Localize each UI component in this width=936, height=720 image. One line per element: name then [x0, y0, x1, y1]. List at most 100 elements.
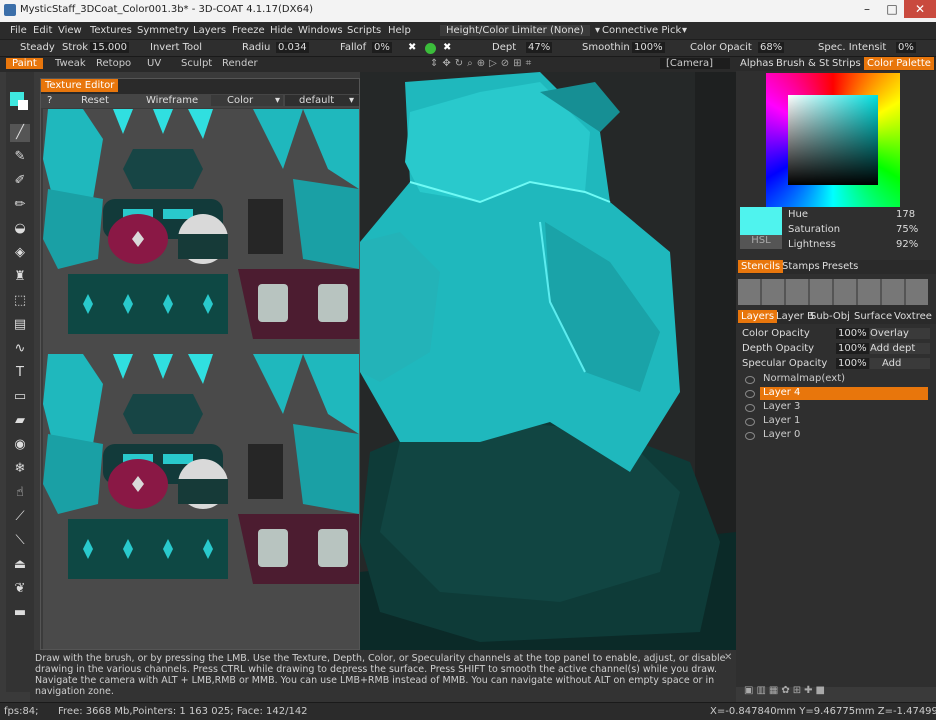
color-opacity-value[interactable]: 100% [836, 328, 869, 339]
tab-strips[interactable]: Strips [832, 58, 861, 69]
reset-button[interactable]: Reset [81, 95, 109, 106]
tab-layers[interactable]: Layers [738, 310, 778, 323]
iron-icon[interactable]: ⏏ [10, 556, 30, 574]
saturation-value-square[interactable] [788, 95, 878, 185]
layer-item-selected[interactable]: Layer 4 [760, 387, 928, 400]
3d-viewport[interactable] [360, 72, 736, 650]
menu-help[interactable]: Help [388, 25, 411, 36]
sphere-icon[interactable] [425, 43, 436, 54]
maximize-button[interactable]: □ [880, 0, 904, 18]
pick-mode-dropdown[interactable]: Connective Pick [602, 25, 681, 36]
tab-paint[interactable]: Paint [6, 58, 43, 69]
copy-icon[interactable]: ▤ [10, 316, 30, 334]
navigation-icons[interactable]: ⇕✥↻⌕⊕▷⊘⊞⌗ [430, 58, 535, 69]
layer-item[interactable]: Normalmap(ext) [760, 373, 928, 386]
ruler-icon[interactable]: ▬ [10, 604, 30, 622]
snowflake-icon[interactable]: ❄ [10, 460, 30, 478]
close-icon[interactable]: ✖ [443, 42, 451, 53]
visibility-eye-icon[interactable] [745, 404, 755, 412]
tab-voxtree[interactable]: Voxtree [894, 311, 932, 322]
tab-layer-blending[interactable]: Layer B [776, 311, 814, 322]
disable-channel-icon[interactable]: ✖ [408, 42, 416, 53]
channel-dropdown[interactable]: Color [211, 95, 283, 106]
depth-opacity-value[interactable]: 100% [836, 343, 869, 354]
invert-tool-toggle[interactable]: Invert Tool [150, 42, 202, 53]
height-color-limiter-dropdown[interactable]: Height/Color Limiter (None) [440, 25, 590, 36]
pencil-icon[interactable]: ✏ [10, 196, 30, 214]
butterfly-icon[interactable]: ❦ [10, 580, 30, 598]
menu-symmetry[interactable]: Symmetry [137, 25, 189, 36]
visibility-eye-icon[interactable] [745, 390, 755, 398]
menu-freeze[interactable]: Freeze [232, 25, 265, 36]
steady-stroke-toggle[interactable]: Steady [20, 42, 55, 53]
color-blend-dropdown[interactable]: Overlay [870, 328, 930, 339]
stencil-thumbnails[interactable] [738, 279, 928, 305]
help-button[interactable]: ? [47, 95, 52, 106]
smoothing-value[interactable]: 100% [632, 42, 665, 53]
hsl-mode-button[interactable]: HSL [740, 235, 782, 249]
tab-surface[interactable]: Surface [854, 311, 892, 322]
specular-opacity-value[interactable]: 100% [836, 358, 869, 369]
tab-brush-strokes[interactable]: Brush & St [776, 58, 829, 69]
tab-sub-objects[interactable]: Sub-Obj [810, 311, 850, 322]
tab-sculpt[interactable]: Sculpt [181, 58, 212, 69]
tab-stamps[interactable]: Stamps [782, 261, 820, 272]
knife-icon[interactable]: ⟍ [10, 532, 30, 550]
eye-icon[interactable]: ◉ [10, 436, 30, 454]
visibility-eye-icon[interactable] [745, 432, 755, 440]
bucket-icon[interactable]: ◈ [10, 244, 30, 262]
eraser-icon[interactable]: ▰ [10, 412, 30, 430]
secondary-color-swatch[interactable] [18, 100, 28, 110]
frame-icon[interactable]: ▭ [10, 388, 30, 406]
curve-icon[interactable]: ∿ [10, 340, 30, 358]
menu-view[interactable]: View [58, 25, 82, 36]
close-button[interactable]: ✕ [904, 0, 936, 18]
pen-icon[interactable]: ✎ [10, 148, 30, 166]
menu-textures[interactable]: Textures [90, 25, 132, 36]
wireframe-toggle[interactable]: Wireframe [146, 95, 198, 106]
tab-retopo[interactable]: Retopo [96, 58, 131, 69]
fill-icon[interactable]: ◒ [10, 220, 30, 238]
stroke-value[interactable]: 15.000 [90, 42, 129, 53]
menu-hide[interactable]: Hide [270, 25, 293, 36]
layer-item[interactable]: Layer 1 [760, 415, 928, 428]
tab-color-palette[interactable]: Color Palette [864, 57, 934, 70]
tab-uv[interactable]: UV [147, 58, 161, 69]
saturation-value[interactable]: 75% [896, 224, 918, 235]
spec-intensity-value[interactable]: 0% [896, 42, 916, 53]
menu-scripts[interactable]: Scripts [347, 25, 381, 36]
visibility-eye-icon[interactable] [745, 376, 755, 384]
brush-icon[interactable]: ╱ [10, 124, 30, 142]
layer-action-icons[interactable]: ▣▥▦✿⊞✚■ [744, 685, 828, 696]
camera-dropdown[interactable]: [Camera] [660, 58, 730, 69]
close-icon[interactable]: ✕ [724, 652, 732, 663]
layer-item[interactable]: Layer 0 [760, 429, 928, 442]
tab-alphas[interactable]: Alphas [740, 58, 774, 69]
uv-texture-canvas[interactable] [43, 109, 359, 649]
visibility-eye-icon[interactable] [745, 418, 755, 426]
depth-blend-dropdown[interactable]: Add dept [870, 343, 930, 354]
picker-icon[interactable]: ⟋ [10, 508, 30, 526]
radius-value[interactable]: 0.034 [276, 42, 309, 53]
menu-edit[interactable]: Edit [33, 25, 52, 36]
menu-layers[interactable]: Layers [193, 25, 226, 36]
mode-dropdown[interactable]: default [285, 95, 359, 106]
text-icon[interactable]: T [10, 364, 30, 382]
menu-windows[interactable]: Windows [298, 25, 343, 36]
minimize-button[interactable]: – [854, 0, 880, 18]
hue-value[interactable]: 178 [896, 209, 915, 220]
airbrush-icon[interactable]: ✐ [10, 172, 30, 190]
stamp-icon[interactable]: ♜ [10, 268, 30, 286]
tab-stencils[interactable]: Stencils [738, 260, 784, 273]
color-opacity-value[interactable]: 68% [758, 42, 785, 53]
depth-value[interactable]: 47% [526, 42, 553, 53]
tab-presets[interactable]: Presets [822, 261, 858, 272]
smudge-icon[interactable]: ☝ [10, 484, 30, 502]
tab-render[interactable]: Render [222, 58, 258, 69]
lightness-value[interactable]: 92% [896, 239, 918, 250]
tab-tweak[interactable]: Tweak [55, 58, 86, 69]
falloff-value[interactable]: 0% [372, 42, 392, 53]
layer-item[interactable]: Layer 3 [760, 401, 928, 414]
select-icon[interactable]: ⬚ [10, 292, 30, 310]
menu-file[interactable]: File [10, 25, 27, 36]
